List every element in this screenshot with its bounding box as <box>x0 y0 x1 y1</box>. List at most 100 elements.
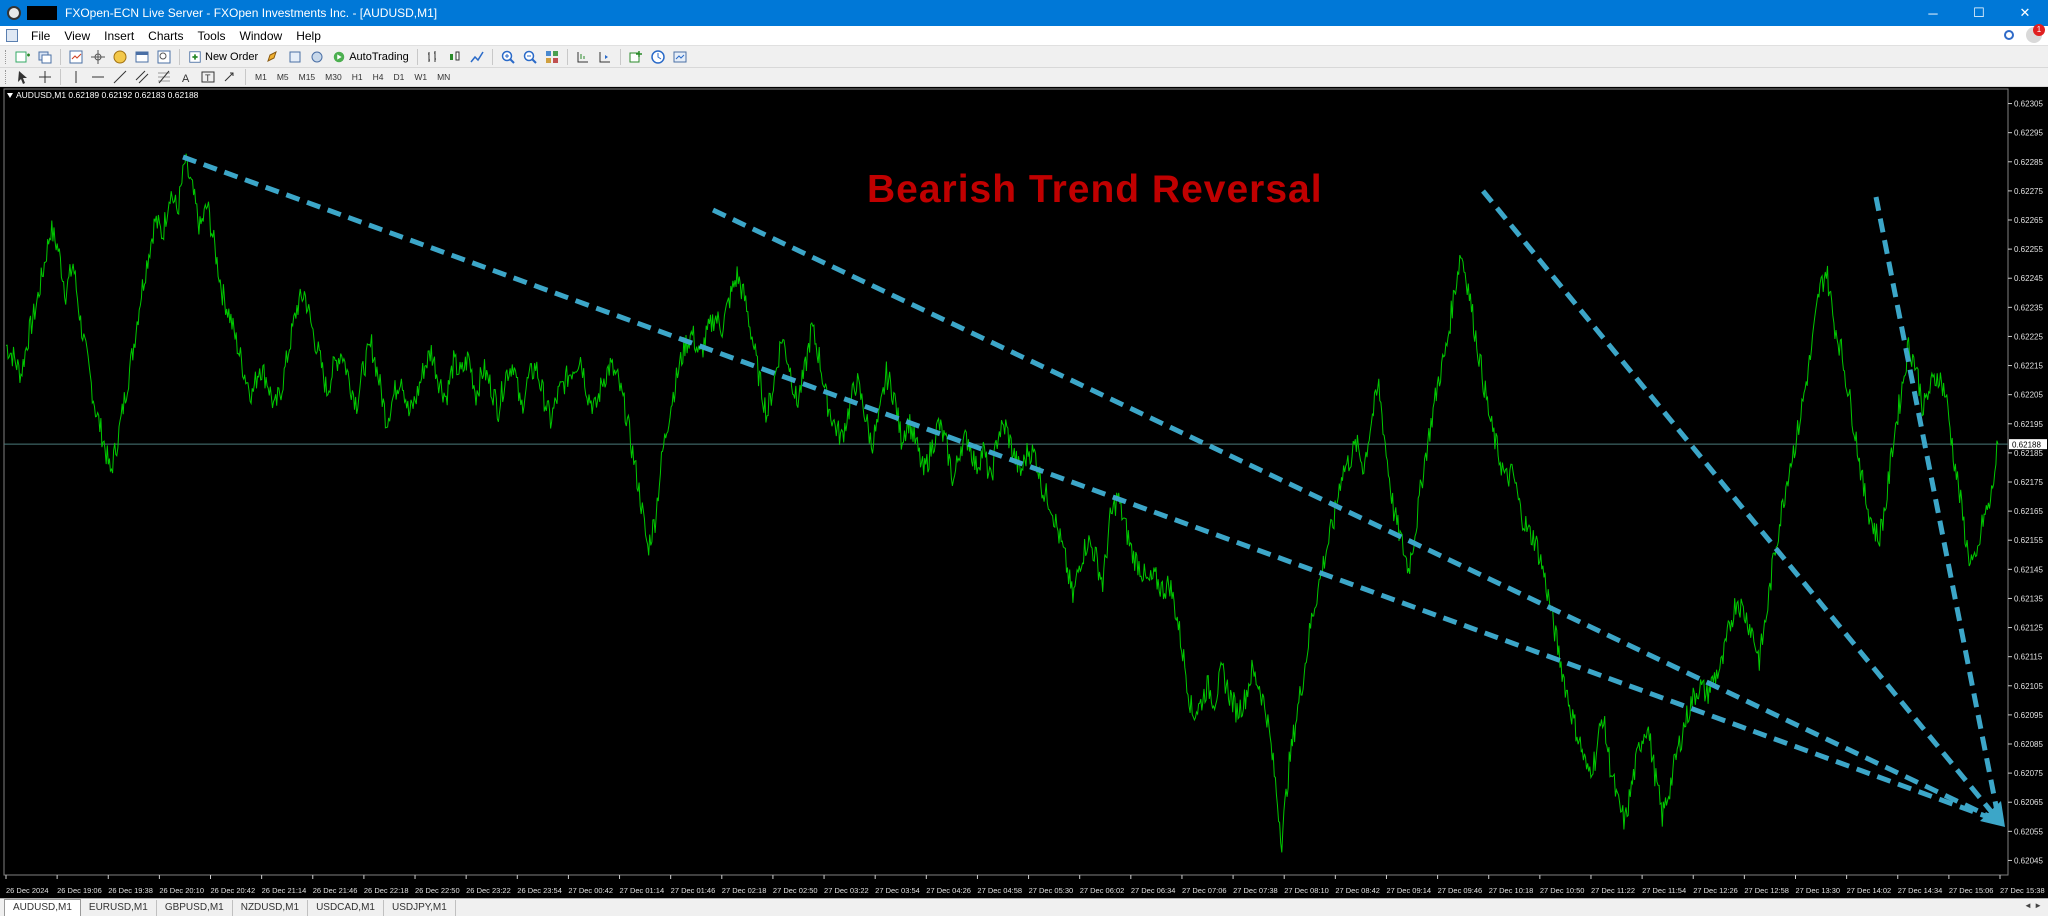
navigator-icon[interactable] <box>111 48 129 66</box>
price-label: 0.62125 <box>2014 624 2043 633</box>
price-label: 0.62075 <box>2014 769 2043 778</box>
bar-chart-icon[interactable] <box>424 48 442 66</box>
tab-nzdusd[interactable]: NZDUSD,M1 <box>233 900 309 916</box>
time-label: 27 Dec 14:34 <box>1898 886 1943 895</box>
price-label: 0.62165 <box>2014 507 2043 516</box>
new-order-icon <box>189 50 201 63</box>
tab-scroll-arrows-icon[interactable]: ◄ ► <box>2024 901 2042 910</box>
menu-help[interactable]: Help <box>289 26 328 46</box>
zoom-out-icon[interactable] <box>521 48 539 66</box>
chart-window[interactable]: 0.62305 0.62295 0.62285 0.62275 0.62265 0.622… <box>0 87 2048 898</box>
price-label: 0.62105 <box>2014 682 2043 691</box>
account-number-redacted <box>27 6 57 20</box>
minimize-button[interactable]: ─ <box>1910 0 1956 26</box>
timeframe-w1[interactable]: W1 <box>409 69 432 86</box>
chart-headline[interactable]: Bearish Trend Reversal <box>867 168 1367 212</box>
time-label: 26 Dec 23:22 <box>466 886 511 895</box>
horizontal-line-icon[interactable] <box>89 68 107 86</box>
meta-editor-icon[interactable] <box>264 48 282 66</box>
tab-gbpusd[interactable]: GBPUSD,M1 <box>157 900 233 916</box>
trend-arrow-4 <box>1873 196 2002 822</box>
maximize-button[interactable]: ☐ <box>1956 0 2002 26</box>
terminal-icon[interactable] <box>133 48 151 66</box>
price-label: 0.62275 <box>2014 187 2043 196</box>
auto-scroll-icon[interactable] <box>574 48 592 66</box>
chart-window-icon[interactable] <box>6 29 18 42</box>
tab-eurusd[interactable]: EURUSD,M1 <box>81 900 157 916</box>
time-label: 27 Dec 10:50 <box>1540 886 1585 895</box>
notifications-icon[interactable]: 1 <box>2026 24 2045 43</box>
price-label: 0.62135 <box>2014 594 2043 603</box>
chart-ohlc-text: AUDUSD,M1 0.62189 0.62192 0.62183 0.6218… <box>16 90 199 100</box>
vertical-line-icon[interactable] <box>67 68 85 86</box>
time-label: 26 Dec 19:38 <box>108 886 153 895</box>
price-label: 0.62195 <box>2014 420 2043 429</box>
toolbar-grip[interactable] <box>5 49 8 64</box>
time-label: 27 Dec 14:02 <box>1847 886 1892 895</box>
menu-charts[interactable]: Charts <box>141 26 190 46</box>
collapse-triangle-icon <box>7 93 13 99</box>
indicators-icon[interactable] <box>627 48 645 66</box>
timeframe-m1[interactable]: M1 <box>250 69 272 86</box>
autotrading-icon <box>333 51 345 62</box>
time-label: 26 Dec 2024 <box>6 886 49 895</box>
new-order-button[interactable]: New Order <box>184 48 262 66</box>
toolbar-grip[interactable] <box>5 70 8 84</box>
trend-arrow-2 <box>711 207 2001 824</box>
time-label: 27 Dec 06:34 <box>1131 886 1176 895</box>
tab-usdcad[interactable]: USDCAD,M1 <box>308 900 384 916</box>
text-label-icon[interactable]: T <box>199 68 217 86</box>
cursor-icon[interactable] <box>14 68 32 86</box>
strategy-tester-icon[interactable] <box>155 48 173 66</box>
timeframe-m30[interactable]: M30 <box>320 69 347 86</box>
time-label: 27 Dec 08:42 <box>1335 886 1380 895</box>
window-title: FXOpen-ECN Live Server - FXOpen Investme… <box>65 6 438 20</box>
signals-icon[interactable] <box>286 48 304 66</box>
time-label: 26 Dec 20:42 <box>211 886 256 895</box>
time-label: 27 Dec 04:58 <box>977 886 1022 895</box>
time-label: 27 Dec 01:14 <box>620 886 665 895</box>
menu-view[interactable]: View <box>57 26 97 46</box>
timeframe-m15[interactable]: M15 <box>294 69 321 86</box>
title-bar: FXOpen-ECN Live Server - FXOpen Investme… <box>0 0 2048 26</box>
close-button[interactable]: ✕ <box>2002 0 2048 26</box>
market-watch-icon[interactable] <box>67 48 85 66</box>
data-window-icon[interactable] <box>89 48 107 66</box>
timeframe-m5[interactable]: M5 <box>272 69 294 86</box>
periods-icon[interactable] <box>649 48 667 66</box>
menu-window[interactable]: Window <box>233 26 290 46</box>
time-label: 27 Dec 04:26 <box>926 886 971 895</box>
tab-usdjpy[interactable]: USDJPY,M1 <box>384 900 456 916</box>
fibonacci-icon[interactable] <box>155 68 173 86</box>
profiles-icon[interactable] <box>36 48 54 66</box>
current-price-label: 0.62188 <box>2012 441 2041 450</box>
price-label: 0.62155 <box>2014 536 2043 545</box>
menu-file[interactable]: File <box>24 26 57 46</box>
arrows-icon[interactable] <box>221 68 239 86</box>
price-label: 0.62285 <box>2014 158 2043 167</box>
price-line <box>5 153 1999 853</box>
new-chart-icon[interactable] <box>14 48 32 66</box>
crosshair-icon[interactable] <box>36 68 54 86</box>
menu-tools[interactable]: Tools <box>191 26 233 46</box>
market-icon[interactable] <box>308 48 326 66</box>
autotrading-button[interactable]: AutoTrading <box>328 48 413 66</box>
timeframe-h4[interactable]: H4 <box>368 69 389 86</box>
zoom-in-icon[interactable] <box>499 48 517 66</box>
templates-icon[interactable] <box>671 48 689 66</box>
timeframe-h1[interactable]: H1 <box>347 69 368 86</box>
menu-insert[interactable]: Insert <box>97 26 141 46</box>
chart-shift-icon[interactable] <box>596 48 614 66</box>
timeframe-d1[interactable]: D1 <box>388 69 409 86</box>
line-chart-icon[interactable] <box>468 48 486 66</box>
text-icon[interactable]: A <box>177 68 195 86</box>
time-label: 26 Dec 20:10 <box>159 886 204 895</box>
tab-audusd[interactable]: AUDUSD,M1 <box>4 899 81 916</box>
channel-icon[interactable] <box>133 68 151 86</box>
trendline-icon[interactable] <box>111 68 129 86</box>
app-icon <box>7 6 21 20</box>
timeframe-mn[interactable]: MN <box>432 69 455 86</box>
search-icon[interactable] <box>2004 30 2014 40</box>
candlesticks-icon[interactable] <box>446 48 464 66</box>
tile-windows-icon[interactable] <box>543 48 561 66</box>
